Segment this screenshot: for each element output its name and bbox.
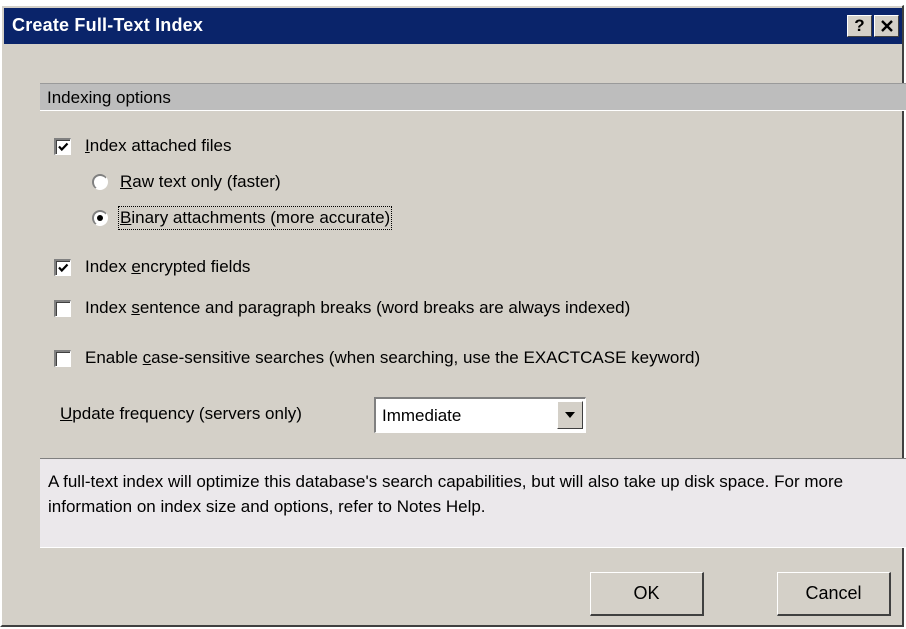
raw-text-only-label: Raw text only (faster) — [120, 172, 281, 191]
indexing-options-header: Indexing options — [40, 83, 906, 111]
create-full-text-index-dialog: Create Full-Text Index ? Indexing option… — [0, 5, 906, 627]
title-bar: Create Full-Text Index ? — [4, 8, 902, 44]
case-sensitive-checkbox[interactable] — [54, 349, 71, 367]
checkmark-icon — [58, 142, 69, 151]
binary-attachments-label: Binary attachments (more accurate) — [117, 206, 393, 230]
help-button[interactable]: ? — [847, 15, 872, 37]
close-icon — [880, 20, 893, 32]
info-message: A full-text index will optimize this dat… — [40, 458, 906, 548]
close-button[interactable] — [874, 15, 899, 37]
index-encrypted-fields-option[interactable]: Index encrypted fields — [54, 255, 250, 279]
raw-text-only-option[interactable]: Raw text only (faster) — [92, 170, 281, 194]
case-sensitive-label: Enable case-sensitive searches (when sea… — [85, 348, 701, 367]
ok-button[interactable]: OK — [590, 572, 704, 616]
update-frequency-select[interactable]: Immediate — [374, 397, 586, 433]
chevron-down-icon — [565, 412, 575, 418]
index-sentence-breaks-option[interactable]: Index sentence and paragraph breaks (wor… — [54, 296, 630, 320]
index-sentence-breaks-label: Index sentence and paragraph breaks (wor… — [85, 298, 631, 317]
dialog-title: Create Full-Text Index — [12, 15, 204, 35]
help-icon: ? — [854, 16, 865, 35]
index-sentence-breaks-checkbox[interactable] — [54, 299, 71, 317]
section-title: Indexing options — [47, 88, 171, 107]
update-frequency-label: Update frequency (servers only) — [60, 404, 302, 423]
index-attached-files-option[interactable]: Index attached files — [54, 134, 232, 158]
binary-attachments-option[interactable]: Binary attachments (more accurate) — [92, 206, 393, 230]
dropdown-button[interactable] — [557, 401, 583, 429]
index-attached-files-checkbox[interactable] — [54, 137, 71, 155]
checkmark-icon — [58, 263, 69, 272]
index-encrypted-fields-checkbox[interactable] — [54, 258, 71, 276]
raw-text-only-radio[interactable] — [92, 174, 108, 190]
index-attached-files-label: Index attached files — [85, 136, 232, 155]
case-sensitive-option[interactable]: Enable case-sensitive searches (when sea… — [54, 346, 700, 370]
radio-selected-dot — [97, 215, 103, 221]
cancel-button[interactable]: Cancel — [777, 572, 891, 616]
binary-attachments-radio[interactable] — [92, 210, 108, 226]
update-frequency-value: Immediate — [382, 406, 462, 425]
index-encrypted-fields-label: Index encrypted fields — [85, 257, 251, 276]
